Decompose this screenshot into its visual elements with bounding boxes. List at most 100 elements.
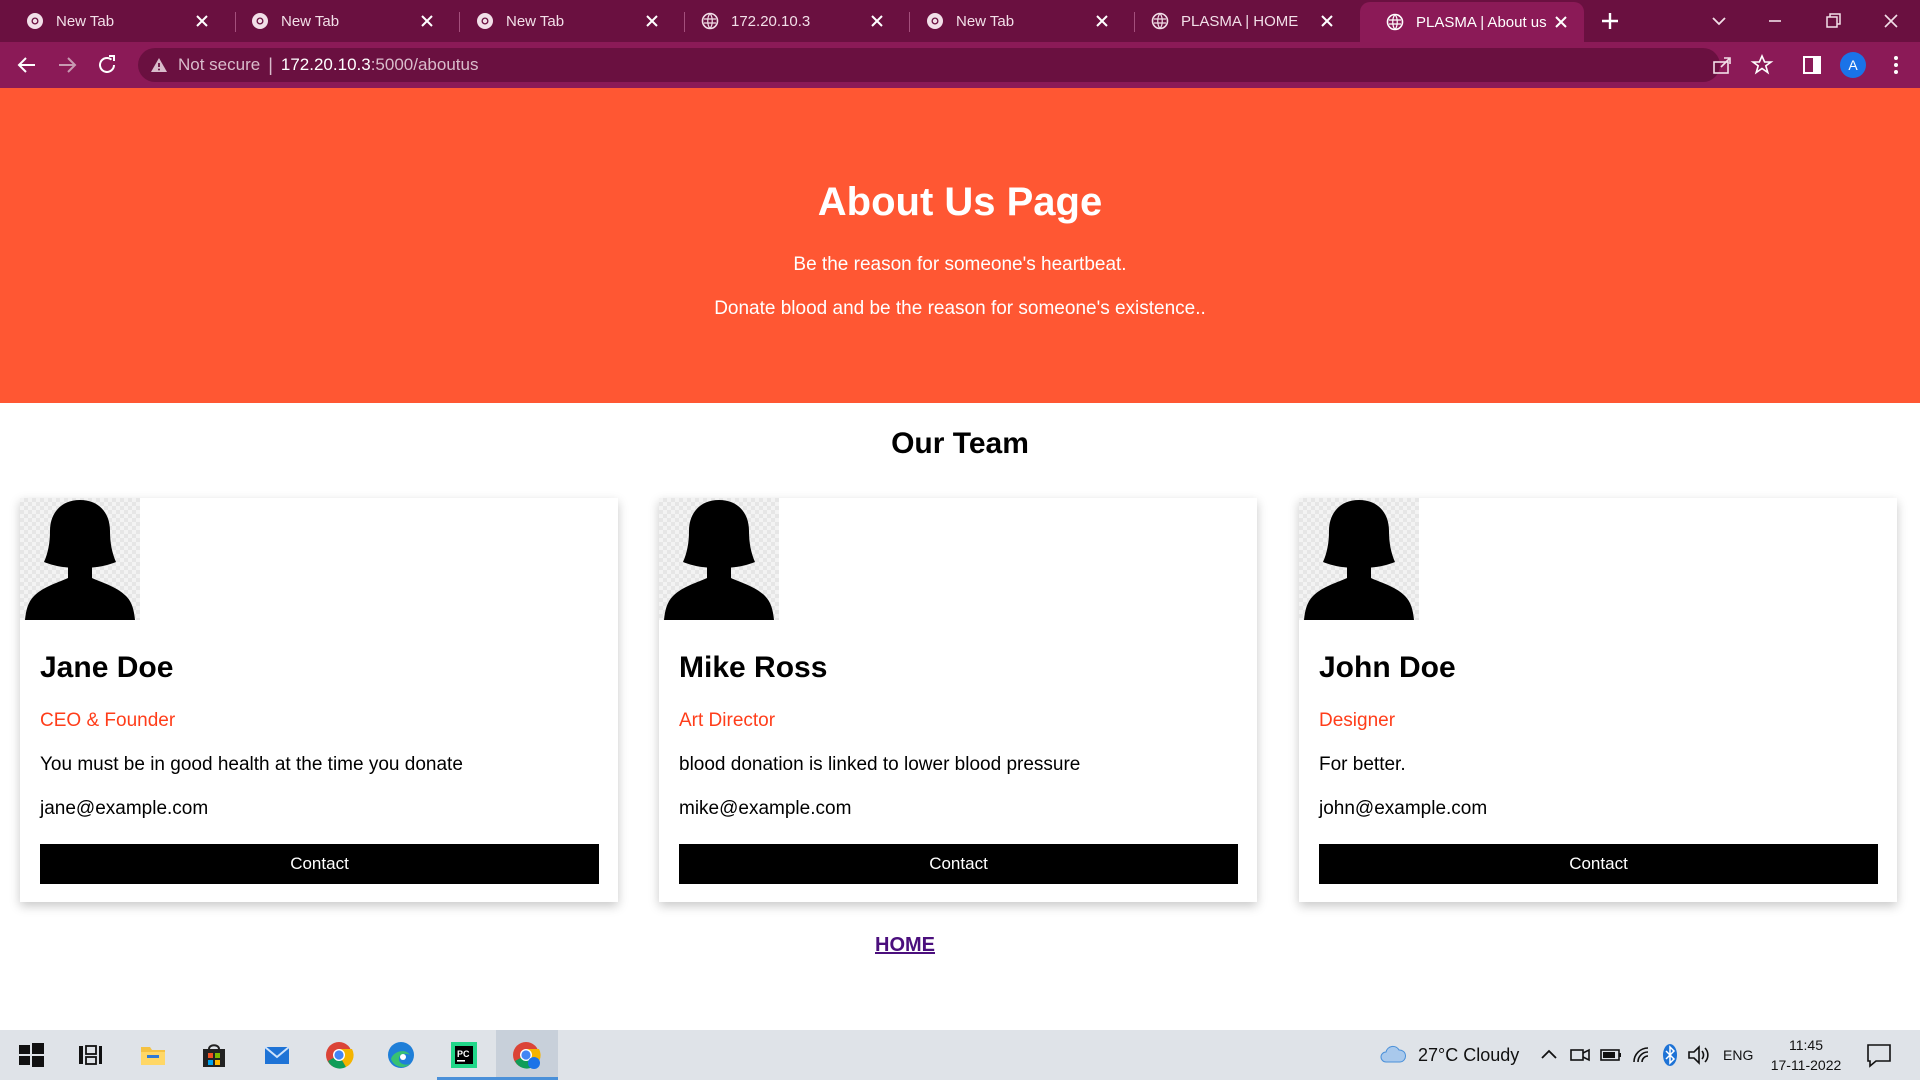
wifi-icon[interactable] (1630, 1040, 1654, 1070)
member-email: jane@example.com (40, 798, 209, 819)
new-tab-plus-icon[interactable] (1598, 9, 1622, 33)
tab-title: PLASMA | HOME (1181, 12, 1299, 30)
bluetooth-icon[interactable] (1660, 1040, 1680, 1070)
forward-arrow-icon[interactable] (55, 53, 79, 77)
tab-search-chevron-down-icon[interactable] (1706, 8, 1732, 34)
tab-title: New Tab (281, 12, 340, 30)
file-explorer-icon[interactable] (138, 1040, 168, 1070)
svg-text:PC: PC (457, 1049, 470, 1059)
tab-new-tab-3[interactable]: New Tab (450, 0, 675, 42)
hero-banner: About Us Page Be the reason for someone'… (0, 88, 1920, 403)
windows-taskbar: PC 27°C Cloudy ENG 11:45 17-11-2022 (0, 1030, 1920, 1080)
home-link[interactable]: HOME (875, 934, 935, 956)
hero-tagline: Be the reason for someone's heartbeat. (793, 254, 1127, 275)
close-icon[interactable] (1318, 12, 1336, 30)
member-role: CEO & Founder (40, 710, 176, 731)
close-icon[interactable] (868, 12, 886, 30)
team-heading: Our Team (891, 427, 1029, 460)
reload-icon[interactable] (95, 53, 119, 77)
close-icon[interactable] (418, 12, 436, 30)
battery-icon[interactable] (1598, 1040, 1624, 1070)
back-arrow-icon[interactable] (15, 53, 39, 77)
meet-now-icon[interactable] (1568, 1040, 1592, 1070)
team-card: Mike Ross Art Director blood donation is… (659, 498, 1257, 902)
side-panel-icon[interactable] (1800, 53, 1824, 77)
tab-new-tab-4[interactable]: New Tab (900, 0, 1125, 42)
hero-subtitle: Donate blood and be the reason for someo… (714, 298, 1206, 319)
tab-title: New Tab (56, 12, 115, 30)
avatar (1299, 498, 1419, 620)
chrome-icon (252, 13, 268, 29)
close-icon[interactable] (1552, 13, 1570, 31)
globe-icon (1386, 13, 1404, 31)
tab-title: New Tab (956, 12, 1015, 30)
home-link-container: HOME (0, 934, 1810, 957)
member-description: blood donation is linked to lower blood … (679, 754, 1081, 775)
share-icon[interactable] (1710, 53, 1734, 77)
bookmark-star-icon[interactable] (1750, 53, 1774, 77)
restore-icon[interactable] (1820, 8, 1846, 34)
page-content: About Us Page Be the reason for someone'… (0, 88, 1920, 1030)
minimize-icon[interactable] (1762, 8, 1788, 34)
url-divider: | (268, 54, 273, 75)
member-name: Jane Doe (40, 651, 174, 684)
mail-icon[interactable] (262, 1040, 292, 1070)
member-role: Art Director (679, 710, 776, 731)
member-email: mike@example.com (679, 798, 852, 819)
chrome-icon[interactable] (324, 1040, 354, 1070)
avatar (659, 498, 779, 620)
chrome-icon (27, 13, 43, 29)
pycharm-icon[interactable]: PC (449, 1040, 479, 1070)
contact-button[interactable]: Contact (40, 844, 599, 884)
tab-ip-address[interactable]: 172.20.10.3 (675, 0, 900, 42)
close-icon[interactable] (193, 12, 211, 30)
task-view-icon[interactable] (75, 1040, 105, 1070)
member-name: John Doe (1319, 651, 1456, 684)
clock[interactable]: 11:45 17-11-2022 (1768, 1035, 1844, 1075)
warning-triangle-icon[interactable] (150, 56, 168, 74)
notification-center-icon[interactable] (1864, 1040, 1894, 1070)
more-menu-icon[interactable] (1884, 53, 1908, 77)
team-card: John Doe Designer For better. john@examp… (1299, 498, 1897, 902)
volume-icon[interactable] (1686, 1040, 1712, 1070)
windows-start-icon[interactable] (16, 1040, 46, 1070)
security-label[interactable]: Not secure (178, 55, 260, 75)
browser-toolbar: Not secure | 172.20.10.3:5000/aboutus A (0, 42, 1920, 88)
team-card: Jane Doe CEO & Founder You must be in go… (20, 498, 618, 902)
chevron-up-icon[interactable] (1538, 1040, 1560, 1070)
contact-button[interactable]: Contact (1319, 844, 1878, 884)
tab-title: PLASMA | About us (1416, 13, 1547, 31)
member-description: You must be in good health at the time y… (40, 754, 463, 775)
globe-icon (1151, 12, 1169, 30)
chrome-icon (477, 13, 493, 29)
female-avatar-icon (25, 500, 135, 620)
clock-date: 17-11-2022 (1770, 1057, 1842, 1073)
clock-time: 11:45 (1789, 1037, 1823, 1053)
weather-text[interactable]: 27°C Cloudy (1418, 1045, 1519, 1066)
tab-plasma-about-us[interactable]: PLASMA | About us (1360, 2, 1584, 42)
globe-icon (701, 12, 719, 30)
url-host: 172.20.10.3 (280, 55, 371, 74)
browser-tab-strip: New Tab New Tab New Tab 172.20.10.3 New … (0, 0, 1920, 42)
tab-new-tab-2[interactable]: New Tab (225, 0, 450, 42)
member-description: For better. (1319, 754, 1406, 775)
page-title: About Us Page (817, 180, 1103, 224)
tab-plasma-home[interactable]: PLASMA | HOME (1125, 0, 1350, 42)
chrome-profile-icon[interactable] (511, 1040, 541, 1070)
cloud-weather-icon[interactable] (1378, 1040, 1408, 1070)
contact-button[interactable]: Contact (679, 844, 1238, 884)
close-window-icon[interactable] (1878, 8, 1904, 34)
language-indicator[interactable]: ENG (1723, 1047, 1753, 1063)
profile-avatar[interactable]: A (1840, 52, 1866, 78)
member-email: john@example.com (1319, 798, 1488, 819)
tab-title: 172.20.10.3 (731, 12, 811, 30)
female-avatar-icon (1304, 500, 1414, 620)
microsoft-store-icon[interactable] (199, 1040, 229, 1070)
close-icon[interactable] (643, 12, 661, 30)
chrome-icon (927, 13, 943, 29)
edge-icon[interactable] (386, 1040, 416, 1070)
tab-new-tab-1[interactable]: New Tab (0, 0, 225, 42)
close-icon[interactable] (1093, 12, 1111, 30)
address-bar[interactable]: Not secure | 172.20.10.3:5000/aboutus (138, 48, 1720, 82)
female-avatar-icon (664, 500, 774, 620)
